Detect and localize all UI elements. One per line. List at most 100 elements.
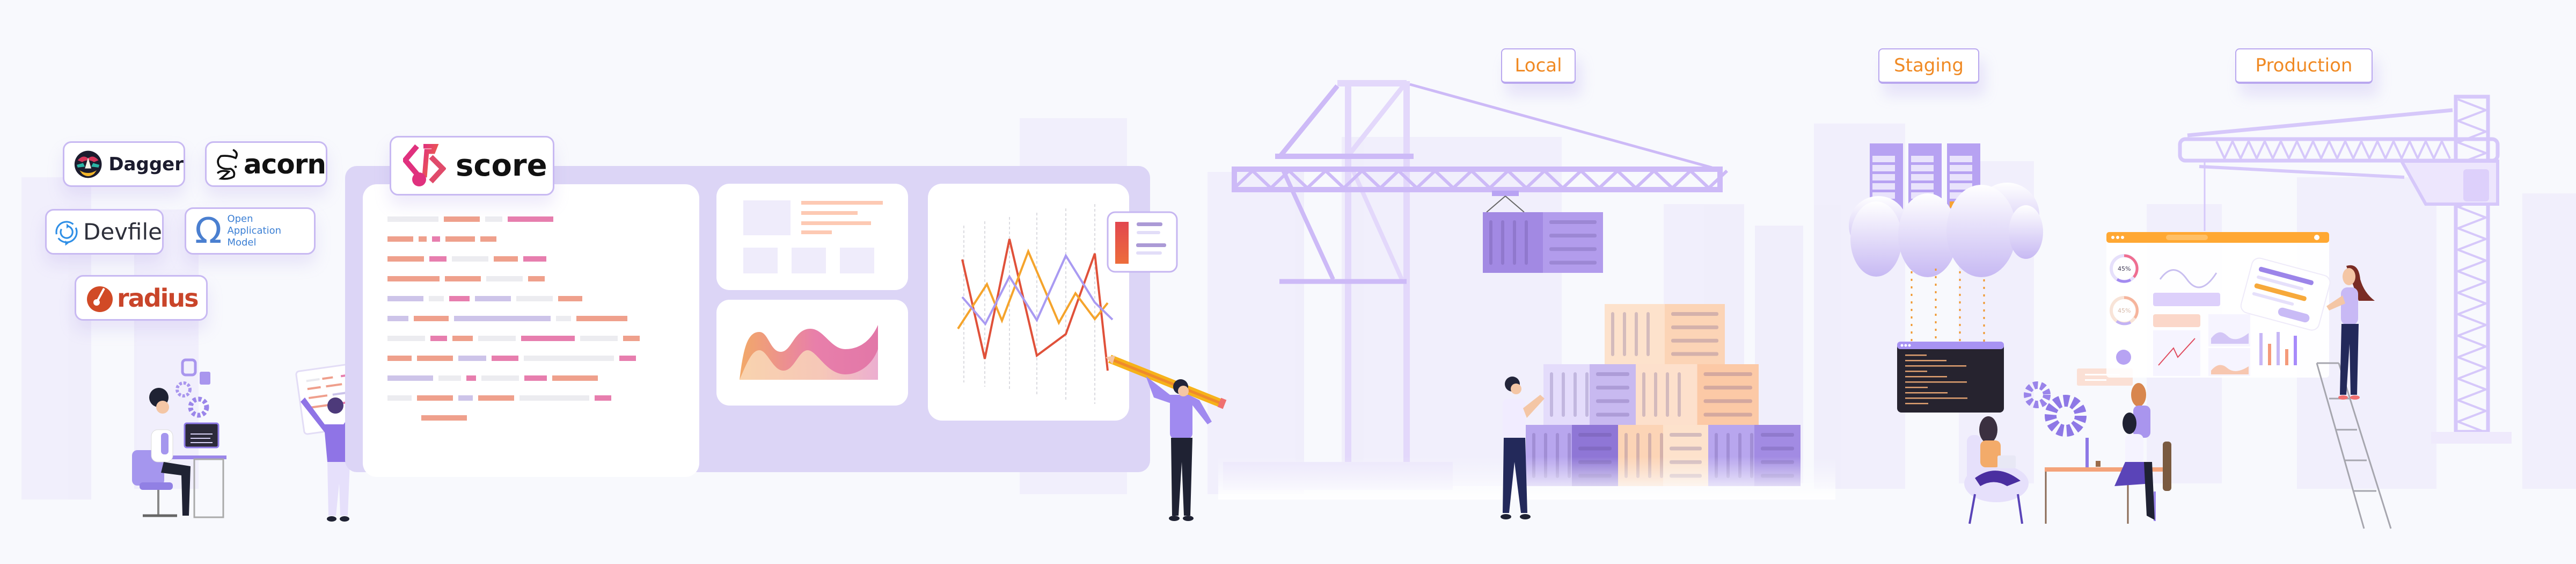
radius-badge: radius [75,275,208,321]
dagger-badge: Dagger [63,141,185,187]
code-token [478,336,516,341]
code-token [486,276,523,281]
env-label-local: Local [1501,48,1576,84]
code-token [387,336,425,341]
line-chart-panel [928,184,1129,421]
floating-doc-icon [200,372,210,385]
gauge-value-2: 45% [2118,307,2131,314]
terminal-code-line [1905,392,1948,394]
tile [840,248,874,273]
env-label-production: Production [2235,48,2373,84]
code-token [417,395,453,401]
code-token [387,276,440,281]
gauge-value-1: 45% [2118,265,2131,272]
env-label-staging: Staging [1878,48,1979,84]
terminal-code-line [1905,403,1928,404]
devfile-sync-icon [55,220,78,245]
acorn-badge: acorn [205,141,327,187]
code-token [429,296,444,301]
code-token [419,236,427,242]
hanging-container [1483,212,1603,273]
terminal-code-line [1905,360,1946,361]
code-token [524,375,547,381]
tile [743,248,778,273]
code-token [623,336,640,341]
code-token [430,336,447,341]
monitor [184,422,219,449]
terminal-code-line [1905,371,1927,372]
terminal-code-line [1905,376,1947,378]
omega-icon: Ω [195,210,222,251]
code-editor-panel [363,184,699,477]
score-code-note-icon [403,143,446,186]
code-token [528,276,545,281]
code-token [452,336,473,341]
devfile-badge: Devfile [45,209,164,255]
terminal-code-line [1905,387,1928,388]
code-token [429,256,447,262]
code-token [387,375,433,381]
illustration-scene [21,80,2576,529]
shipping-container [1543,364,1636,425]
code-token [481,375,519,381]
code-token [466,375,476,381]
code-token [444,216,480,222]
code-token [576,316,627,321]
devfile-label: Devfile [83,219,162,245]
code-token [508,216,553,222]
tile [792,248,826,273]
code-token [523,256,546,262]
code-token [524,356,614,361]
code-token [387,356,412,361]
code-token [387,216,438,222]
code-token [595,395,611,401]
code-token [458,356,486,361]
code-token [521,336,575,341]
code-token [516,296,553,301]
dagger-logo-icon [74,150,102,178]
terminal-code-line [1905,355,1927,356]
code-token [475,296,511,301]
chair [2163,442,2171,491]
address-bar [2166,235,2208,240]
analytics-dashboard [2106,232,2331,378]
code-token [519,395,589,401]
code-token [552,375,598,381]
code-token [387,236,413,242]
score-label: score [456,148,547,183]
acorn-squirrel-icon [217,149,238,180]
terminal-code-line [1905,397,1967,399]
code-token [580,336,618,341]
image-placeholder [743,200,791,235]
shipping-container [1605,304,1725,364]
code-token [492,356,518,361]
code-token [454,316,551,321]
code-token [458,395,473,401]
code-token [619,356,636,361]
acorn-label: acorn [244,148,326,180]
code-token [478,395,514,401]
code-token [445,236,475,242]
code-token [414,316,449,321]
code-token [387,395,412,401]
gears [2024,381,2087,437]
score-badge: score [390,136,554,196]
radius-gauge-icon [87,286,113,312]
terminal-window [1897,342,2004,413]
dagger-label: Dagger [108,153,184,175]
code-token [452,256,488,262]
chart-legend-card [1107,211,1178,273]
code-token [438,375,461,381]
code-token [445,276,481,281]
oam-badge: Ω Open Application Model [185,207,316,255]
code-token [417,356,453,361]
dashboard-title-bar [2106,232,2329,243]
legend-swatch [1115,222,1129,264]
code-token [421,415,467,421]
oam-label-line2: Application [227,225,282,236]
code-token [480,236,496,242]
layout-panel [716,184,908,290]
terminal-code-line [1905,365,1966,367]
code-token [387,296,423,301]
area-chart-panel [716,300,908,406]
